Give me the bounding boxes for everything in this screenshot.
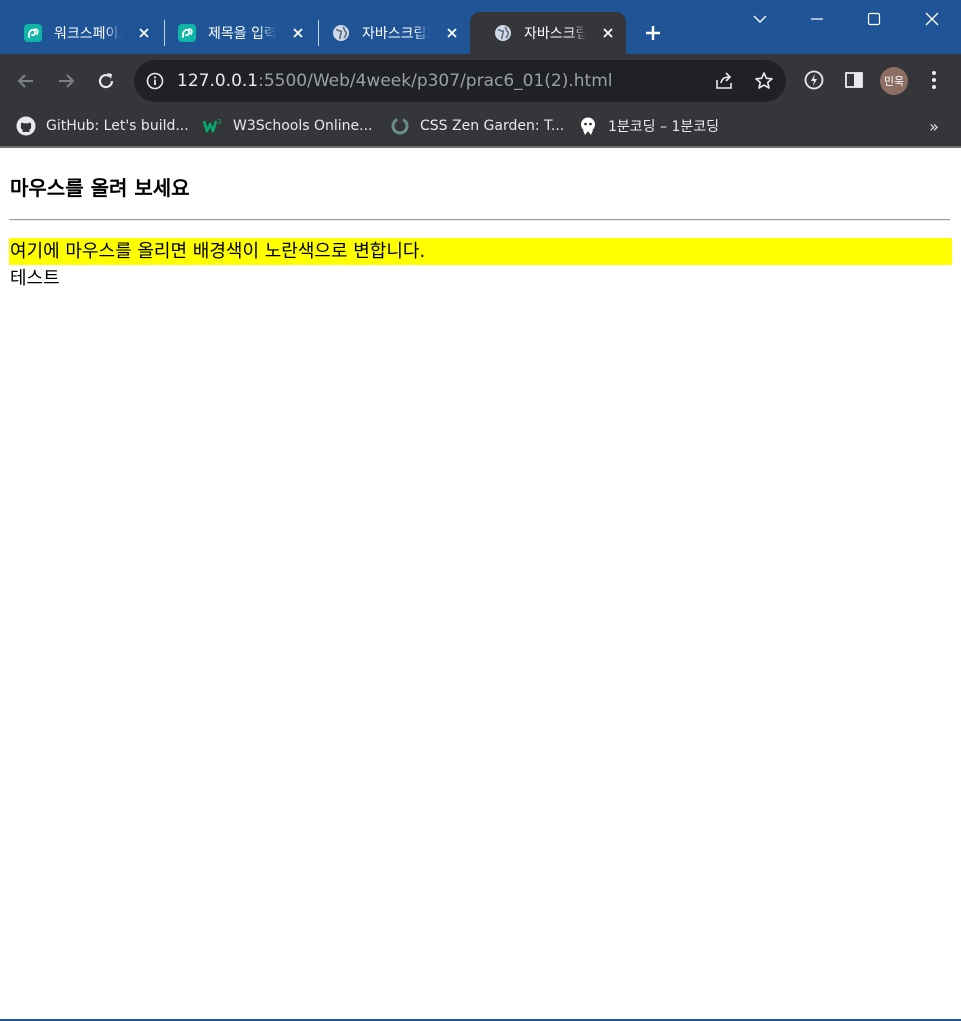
chevron-down-icon bbox=[753, 15, 767, 23]
close-icon bbox=[925, 12, 939, 26]
tab-javascript[interactable]: 자바스크립트 bbox=[308, 12, 470, 54]
page-heading: 마우스를 올려 보세요 bbox=[10, 176, 190, 200]
bookmark-label: W3Schools Online... bbox=[233, 118, 373, 134]
minimize-icon bbox=[811, 18, 823, 20]
divider bbox=[9, 219, 950, 221]
bookmark-label: GitHub: Let's build... bbox=[46, 118, 189, 134]
tab-title: 자바스크립트 bbox=[524, 26, 586, 42]
globe-icon bbox=[333, 25, 349, 41]
github-icon bbox=[16, 116, 36, 136]
reload-button[interactable] bbox=[91, 66, 121, 96]
address-bar[interactable]: 127.0.0.1:5500/Web/4week/p307/prac6_01(2… bbox=[134, 60, 786, 102]
bookmark-github[interactable]: GitHub: Let's build... bbox=[16, 114, 189, 138]
url-text[interactable]: 127.0.0.1:5500/Web/4week/p307/prac6_01(2… bbox=[177, 71, 613, 91]
close-icon[interactable] bbox=[600, 25, 616, 41]
info-icon[interactable] bbox=[146, 72, 164, 90]
hover-target[interactable]: 여기에 마우스를 올리면 배경색이 노란색으로 변합니다. bbox=[9, 238, 952, 265]
close-icon[interactable] bbox=[136, 25, 152, 41]
new-tab-button[interactable] bbox=[640, 20, 666, 46]
tab-title: 자바스크립트 bbox=[362, 26, 430, 42]
bookmark-1min-coding[interactable]: 1분코딩 – 1분코딩 bbox=[578, 114, 719, 138]
svg-text:3: 3 bbox=[217, 118, 221, 126]
close-window-button[interactable] bbox=[914, 4, 950, 34]
tab-title-input[interactable]: 제목을 입력하세요 bbox=[154, 12, 316, 54]
menu-button[interactable] bbox=[922, 68, 946, 92]
close-icon[interactable] bbox=[444, 25, 460, 41]
url-host: 127.0.0.1 bbox=[177, 71, 259, 91]
forward-button[interactable] bbox=[51, 66, 81, 96]
tab-title: 제목을 입력하세요 bbox=[208, 26, 276, 42]
share-icon bbox=[716, 72, 732, 89]
bookmark-star-button[interactable] bbox=[754, 71, 774, 91]
onemin-coding-icon bbox=[581, 117, 595, 135]
bookmarks-bar: GitHub: Let's build... 3 W3Schools Onlin… bbox=[0, 108, 961, 148]
plus-icon bbox=[646, 26, 660, 40]
url-path: :5500/Web/4week/p307/prac6_01(2).html bbox=[258, 71, 613, 91]
bookmark-label: CSS Zen Garden: T... bbox=[420, 118, 565, 134]
bookmark-label: 1분코딩 – 1분코딩 bbox=[608, 119, 719, 135]
arrow-right-icon bbox=[59, 74, 75, 88]
bookmarks-overflow-button[interactable]: » bbox=[924, 114, 944, 138]
maximize-icon bbox=[867, 12, 881, 26]
tab-search-button[interactable] bbox=[742, 4, 778, 34]
minimize-button[interactable] bbox=[799, 4, 835, 34]
page-content: 마우스를 올려 보세요 여기에 마우스를 올리면 배경색이 노란색으로 변합니다… bbox=[0, 148, 961, 1021]
replit-icon bbox=[178, 24, 196, 42]
star-icon bbox=[755, 72, 773, 89]
maximize-button[interactable] bbox=[856, 4, 892, 34]
more-vertical-icon bbox=[932, 71, 936, 89]
side-panel-icon bbox=[845, 72, 863, 88]
bookmark-w3schools[interactable]: 3 W3Schools Online... bbox=[203, 114, 372, 138]
tab-title: 워크스페이스 bbox=[54, 26, 122, 42]
zen-garden-icon bbox=[391, 117, 409, 135]
tab-strip: 워크스페이스 제목을 입력하세요 자바스크립트 자바스크립트 bbox=[0, 0, 961, 54]
tab-workspace[interactable]: 워크스페이스 bbox=[0, 12, 162, 54]
w3schools-icon: 3 bbox=[203, 118, 221, 133]
test-text: 테스트 bbox=[10, 268, 60, 289]
side-panel-button[interactable] bbox=[842, 68, 866, 92]
performance-icon bbox=[804, 70, 824, 90]
arrow-left-icon bbox=[17, 74, 33, 88]
extension-button[interactable] bbox=[802, 68, 826, 92]
share-button[interactable] bbox=[714, 71, 734, 91]
reload-icon bbox=[98, 73, 114, 89]
profile-avatar[interactable]: 민욱 bbox=[880, 67, 908, 95]
browser-toolbar: 127.0.0.1:5500/Web/4week/p307/prac6_01(2… bbox=[0, 54, 961, 108]
close-icon[interactable] bbox=[290, 25, 306, 41]
globe-icon bbox=[495, 25, 511, 41]
back-button[interactable] bbox=[11, 66, 41, 96]
tab-javascript-active[interactable]: 자바스크립트 bbox=[470, 12, 626, 54]
bookmark-css-zen-garden[interactable]: CSS Zen Garden: T... bbox=[390, 114, 564, 138]
replit-icon bbox=[24, 24, 42, 42]
